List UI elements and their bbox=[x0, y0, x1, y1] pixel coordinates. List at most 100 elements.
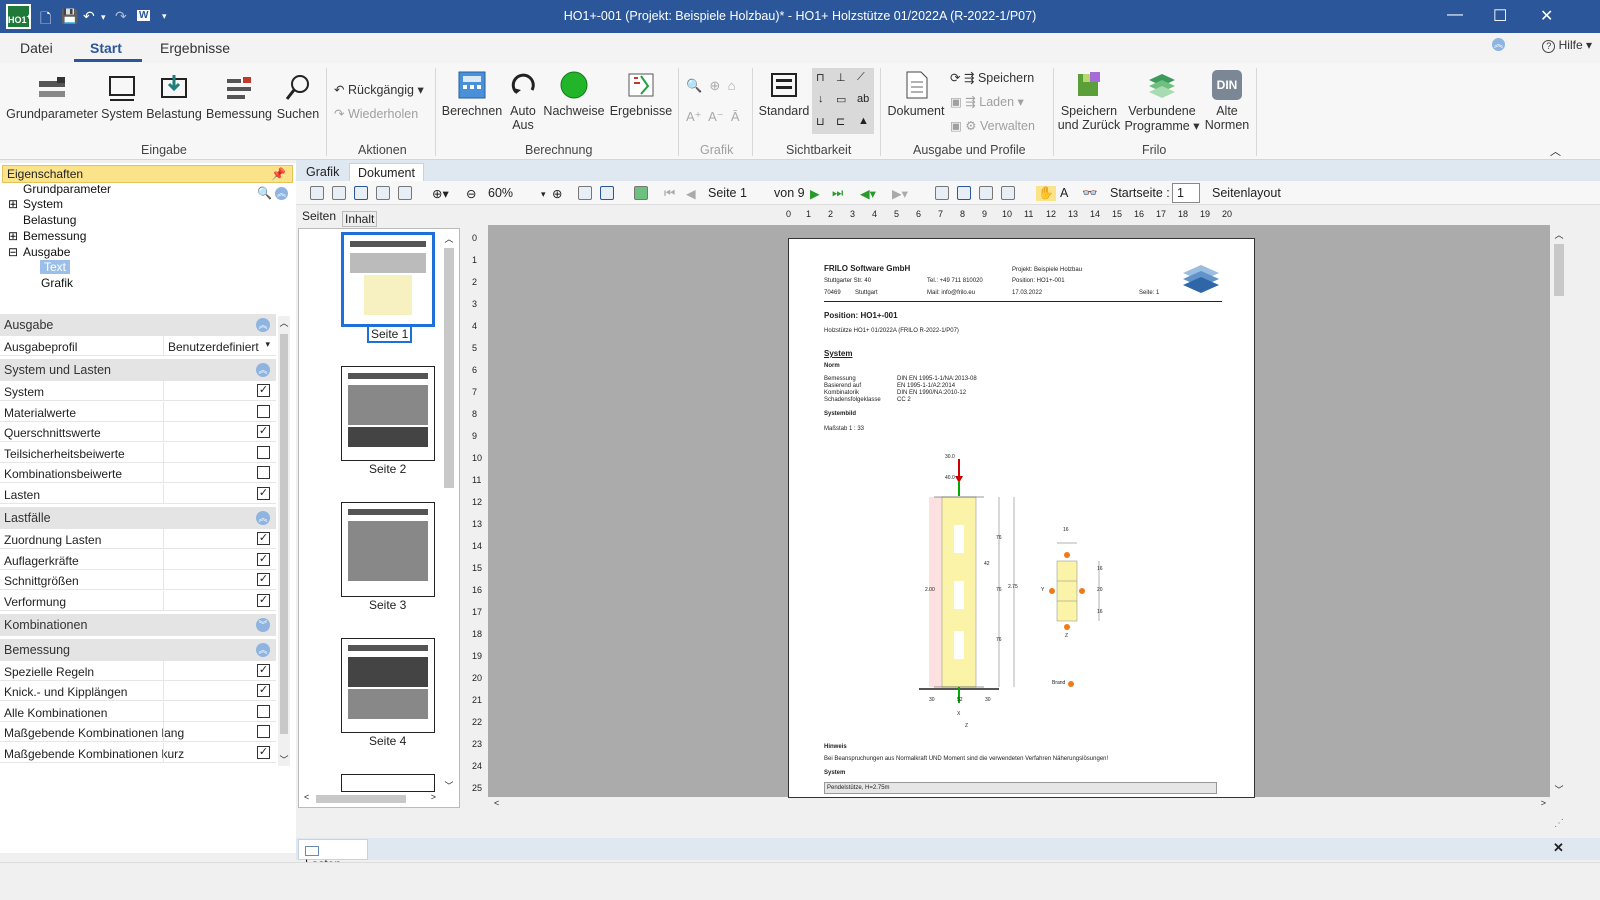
prev-page-icon[interactable]: ◀ bbox=[686, 186, 696, 201]
send-icon[interactable] bbox=[398, 186, 412, 200]
two-page-icon[interactable] bbox=[979, 186, 993, 200]
history-forward-icon[interactable]: ▶▾ bbox=[892, 186, 908, 201]
redo-button[interactable]: ↷ Wiederholen bbox=[334, 106, 418, 121]
tree-item-text[interactable]: Text bbox=[40, 260, 71, 274]
toggle-dim-icon[interactable]: ⊥ bbox=[836, 71, 846, 84]
alte-normen-button[interactable]: DIN Alte Normen bbox=[1204, 70, 1250, 132]
tree-item-system[interactable]: System bbox=[23, 197, 63, 211]
checkbox[interactable]: ✓ bbox=[257, 532, 270, 545]
tree-item-bemessung[interactable]: Bemessung bbox=[23, 229, 86, 243]
zoom-in-icon[interactable]: ⊕▾ bbox=[432, 186, 449, 201]
checkbox[interactable]: ✓ bbox=[257, 425, 270, 438]
checkbox[interactable] bbox=[257, 725, 270, 738]
thumbnail-hscroll[interactable]: < > bbox=[300, 792, 440, 806]
toggle-label-icon[interactable]: ab bbox=[857, 93, 869, 105]
toggle-fill-icon[interactable]: ▲ bbox=[858, 115, 869, 127]
speichern-und-zurueck-button[interactable]: Speichern und Zurück bbox=[1057, 70, 1121, 132]
thumbnails-icon[interactable] bbox=[634, 186, 648, 200]
thumbnail-label[interactable]: Seite 3 bbox=[369, 598, 406, 612]
scroll-left-icon[interactable]: < bbox=[494, 798, 499, 808]
tab-start[interactable]: Start bbox=[90, 40, 122, 56]
minimize-button[interactable]: — bbox=[1447, 6, 1463, 24]
viewer-hscroll[interactable]: < > bbox=[490, 798, 1550, 812]
checkbox[interactable] bbox=[257, 446, 270, 459]
fit-page-icon[interactable] bbox=[578, 186, 592, 200]
next-page-icon[interactable]: ▶ bbox=[810, 186, 820, 201]
profile-load-button[interactable]: ▣ ⇶ Laden ▾ bbox=[950, 94, 1024, 109]
profile-save-button[interactable]: ⟳ ⇶ Speichern bbox=[950, 70, 1034, 85]
checkbox[interactable]: ✓ bbox=[257, 684, 270, 697]
tree-expand-icon[interactable]: ⊞ bbox=[8, 197, 18, 211]
tree-expand-icon[interactable]: ⊞ bbox=[8, 229, 18, 243]
ribbon-collapse-icon[interactable]: ︿ bbox=[1550, 143, 1561, 159]
verbundene-programme-button[interactable]: Verbundene Programme ▾ bbox=[1124, 70, 1200, 133]
checkbox[interactable]: ✓ bbox=[257, 746, 270, 759]
scroll-down-icon[interactable]: ﹀ bbox=[1552, 783, 1566, 796]
history-back-icon[interactable]: ◀▾ bbox=[860, 186, 876, 201]
scroll-right-icon[interactable]: > bbox=[1541, 798, 1546, 808]
scrollbar-thumb[interactable] bbox=[316, 795, 406, 803]
tree-item-grafik[interactable]: Grafik bbox=[41, 276, 73, 290]
berechnen-button[interactable]: Berechnen bbox=[441, 70, 503, 118]
search-icon[interactable]: 🔍 bbox=[257, 186, 272, 200]
hand-tool-icon[interactable]: ✋ bbox=[1036, 186, 1056, 201]
thumbnail-label[interactable]: Seite 4 bbox=[369, 734, 406, 748]
continuous-page-icon[interactable] bbox=[957, 186, 971, 200]
page-thumbnail[interactable] bbox=[341, 502, 435, 597]
nachweise-button[interactable]: Nachweise bbox=[542, 70, 606, 118]
scroll-up-icon[interactable]: ︿ bbox=[1552, 228, 1566, 241]
undo-button[interactable]: ↶ Rückgängig ▾ bbox=[334, 82, 424, 97]
page-view-icon[interactable] bbox=[354, 186, 368, 200]
page-thumbnail[interactable] bbox=[341, 638, 435, 733]
toggle-section-icon[interactable]: ⊏ bbox=[836, 115, 845, 128]
tab-grafik[interactable]: Grafik bbox=[298, 163, 347, 181]
seitenlayout-button[interactable]: Seitenlayout bbox=[1212, 186, 1281, 200]
home-icon[interactable]: ⌂ bbox=[728, 78, 736, 93]
font-larger-icon[interactable]: A⁺ bbox=[686, 109, 702, 124]
checkbox[interactable]: ✓ bbox=[257, 487, 270, 500]
viewer-vscroll[interactable]: ︿ ﹀ bbox=[1552, 228, 1566, 796]
scroll-down-icon[interactable]: ﹀ bbox=[442, 779, 456, 792]
expand-section-icon[interactable]: ︾ bbox=[256, 618, 270, 632]
standard-button[interactable]: Standard bbox=[758, 70, 810, 118]
checkbox[interactable]: ✓ bbox=[257, 553, 270, 566]
thumbnail-label[interactable]: Seite 2 bbox=[369, 462, 406, 476]
collapse-section-icon[interactable]: ︽ bbox=[256, 643, 270, 657]
resize-grip-icon[interactable]: ⋰ bbox=[1554, 818, 1564, 829]
auto-aus-button[interactable]: Auto Aus bbox=[508, 70, 538, 132]
export-icon[interactable] bbox=[376, 186, 390, 200]
checkbox[interactable] bbox=[257, 405, 270, 418]
section-lastfaelle[interactable]: Lastfälle ︽ bbox=[0, 507, 276, 529]
startseite-input[interactable]: 1 bbox=[1172, 183, 1200, 203]
fit-width-icon[interactable] bbox=[600, 186, 614, 200]
zoom-select[interactable]: 60% ▾ bbox=[488, 186, 546, 200]
properties-scrollbar[interactable]: ︿ ﹀ bbox=[278, 316, 290, 766]
tree-item-grundparameter[interactable]: Grundparameter bbox=[23, 182, 111, 196]
page-thumbnail[interactable] bbox=[341, 366, 435, 461]
tab-ergebnisse[interactable]: Ergebnisse bbox=[160, 40, 230, 56]
close-button[interactable]: ✕ bbox=[1540, 6, 1553, 26]
profile-manage-button[interactable]: ▣ ⚙ Verwalten bbox=[950, 118, 1035, 133]
thumbnail-vscroll[interactable]: ︿ ﹀ bbox=[442, 232, 456, 792]
ergebnisse-button[interactable]: Ergebnisse bbox=[609, 70, 673, 118]
zoom-plus-icon[interactable]: ⊕ bbox=[552, 186, 562, 201]
section-bemessung[interactable]: Bemessung ︽ bbox=[0, 639, 276, 661]
belastung-button[interactable]: Belastung bbox=[145, 73, 203, 121]
maximize-button[interactable]: ☐ bbox=[1493, 6, 1507, 26]
collapse-section-icon[interactable]: ︽ bbox=[256, 318, 270, 332]
ribbon-collapse-up-icon[interactable]: ︽ bbox=[1492, 38, 1505, 51]
print-icon[interactable] bbox=[332, 186, 346, 200]
toggle-load-icon[interactable]: ↓ bbox=[818, 93, 824, 105]
collapse-section-icon[interactable]: ︽ bbox=[256, 511, 270, 525]
scroll-right-icon[interactable]: > bbox=[431, 792, 436, 802]
first-page-icon[interactable]: ⏮ bbox=[664, 186, 675, 201]
tab-lasten[interactable]: Lasten bbox=[298, 839, 368, 871]
page-thumbnail[interactable] bbox=[341, 232, 435, 327]
tree-collapse-icon[interactable]: ⊟ bbox=[8, 245, 18, 259]
bemessung-button[interactable]: Bemessung bbox=[205, 73, 273, 121]
checkbox[interactable] bbox=[257, 705, 270, 718]
system-button[interactable]: System bbox=[100, 73, 144, 121]
last-page-icon[interactable]: ⏭ bbox=[832, 186, 843, 201]
multi-page-icon[interactable] bbox=[1001, 186, 1015, 200]
scroll-up-icon[interactable]: ︿ bbox=[442, 232, 456, 245]
